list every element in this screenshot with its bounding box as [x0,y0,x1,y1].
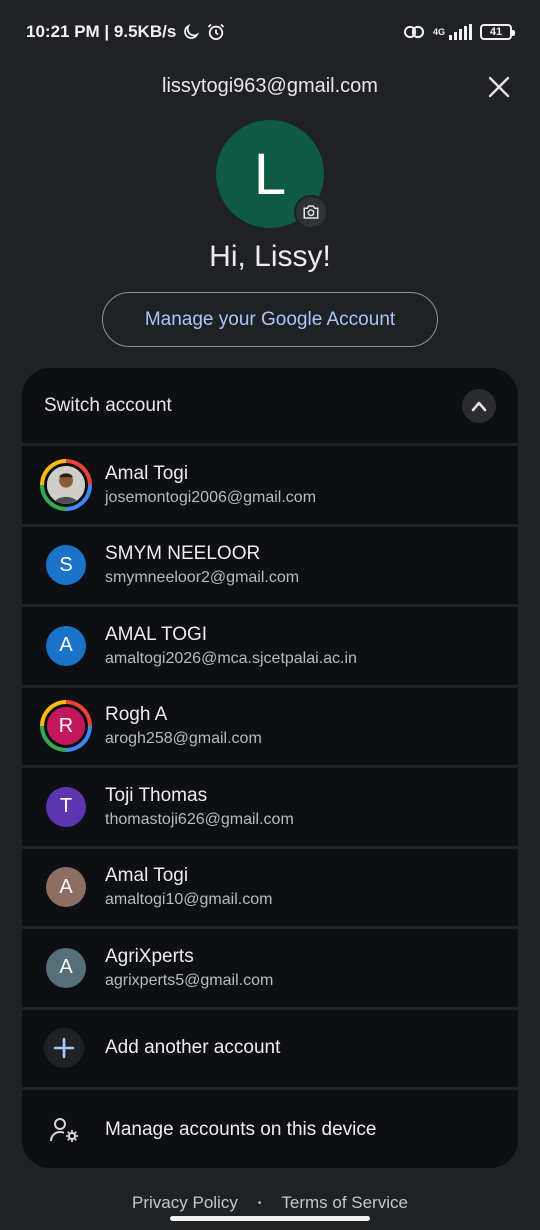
avatar-initial: R [58,714,74,737]
footer: Privacy Policy • Terms of Service [0,1190,540,1216]
manage-account-button[interactable]: Manage your Google Account [102,292,438,347]
account-email: amaltogi10@gmail.com [105,891,273,909]
avatar-wrap: A [40,942,92,994]
account-text: SMYM NEELOOR smymneeloor2@gmail.com [105,543,299,587]
header-email: lissytogi963@gmail.com [162,74,378,97]
profile-initial: L [253,141,287,207]
home-indicator[interactable] [170,1216,370,1221]
account-name: Amal Togi [105,865,189,887]
avatar-ring: R [40,700,92,753]
account-row[interactable]: A AMAL TOGI amaltogi2026@mca.sjcetpalai.… [22,607,518,688]
account-text: AMAL TOGI amaltogi2026@mca.sjcetpalai.ac… [105,624,357,668]
account-text: Rogh A arogh258@gmail.com [105,704,262,748]
account-email: josemontogi2006@gmail.com [105,488,317,506]
avatar: S [46,545,86,586]
change-photo-button[interactable] [294,195,328,229]
header: lissytogi963@gmail.com [0,64,540,108]
avatar: A [46,625,86,666]
manage-device-accounts-button[interactable]: Manage accounts on this device [22,1090,518,1168]
switch-account-label: Switch account [44,394,172,416]
close-button[interactable] [484,72,514,102]
account-email: arogh258@gmail.com [105,730,262,748]
alarm-icon [208,23,225,40]
avatar: A [46,947,86,988]
account-text: AgriXperts agrixperts5@gmail.com [105,946,273,990]
avatar: A [46,867,86,908]
network-type: 4G [432,26,445,37]
account-name: AgriXperts [105,945,194,967]
avatar: R [44,704,88,749]
battery-icon: 41 [480,24,515,40]
account-row[interactable]: A Amal Togi amaltogi10@gmail.com [22,848,518,929]
terms-of-service-link[interactable]: Terms of Service [281,1193,408,1213]
avatar: T [46,786,86,827]
status-time: 10:21 PM | 9.5KB/s [26,22,177,41]
avatar-initial: A [59,956,73,979]
account-name: Rogh A [105,704,168,726]
account-name: Amal Togi [105,462,189,484]
plus-icon [44,1028,84,1069]
account-text: Amal Togi amaltogi10@gmail.com [105,865,272,909]
account-text: Toji Thomas thomastoji626@gmail.com [105,785,294,829]
avatar [44,462,88,507]
avatar-wrap: A [40,861,92,913]
account-row[interactable]: A AgriXperts agrixperts5@gmail.com [22,929,518,1010]
privacy-policy-link[interactable]: Privacy Policy [132,1193,238,1213]
avatar-ring [40,458,92,511]
avatar-initial: A [59,634,73,657]
account-name: Toji Thomas [105,784,208,806]
moon-icon [184,23,200,39]
avatar-initial: A [59,875,73,898]
switch-account-header[interactable]: Switch account [22,368,518,446]
manage-accounts-icon [44,1110,84,1150]
avatar-initial: S [59,553,73,576]
account-row[interactable]: R Rogh A arogh258@gmail.com [22,687,518,768]
avatar-wrap: S [40,539,92,591]
avatar-wrap: A [40,620,92,672]
close-icon [488,76,510,98]
account-email: thomastoji626@gmail.com [105,810,294,828]
footer-separator: • [257,1197,262,1209]
collapse-button[interactable] [462,388,496,423]
avatar-initial: T [59,795,73,818]
avatar-wrap: T [40,781,92,833]
person-photo-icon [47,465,85,504]
status-left: 10:21 PM | 9.5KB/s [26,22,226,42]
account-name: SMYM NEELOOR [105,543,261,565]
add-account-label: Add another account [105,1037,281,1059]
account-row[interactable]: T Toji Thomas thomastoji626@gmail.com [22,768,518,849]
account-row[interactable]: Amal Togi josemontogi2006@gmail.com [22,446,518,527]
camera-icon [303,205,319,219]
manage-device-label: Manage accounts on this device [105,1119,377,1141]
chevron-up-icon [471,401,487,411]
greeting: Hi, Lissy! [209,240,331,273]
battery-level: 41 [489,26,503,38]
signal-icon [449,24,472,40]
account-email: amaltogi2026@mca.sjcetpalai.ac.in [105,649,357,667]
account-row[interactable]: S SMYM NEELOOR smymneeloor2@gmail.com [22,526,518,607]
account-email: agrixperts5@gmail.com [105,971,274,989]
account-name: AMAL TOGI [105,623,208,645]
status-bar: 10:21 PM | 9.5KB/s 4G 41 [0,0,540,64]
account-card: Switch account Amal Togi josemontogi2006… [22,368,518,1168]
status-right: 4G 41 [403,24,515,40]
account-email: smymneeloor2@gmail.com [105,569,300,587]
link-icon [403,25,425,39]
account-text: Amal Togi josemontogi2006@gmail.com [105,463,316,507]
add-account-button[interactable]: Add another account [22,1009,518,1090]
